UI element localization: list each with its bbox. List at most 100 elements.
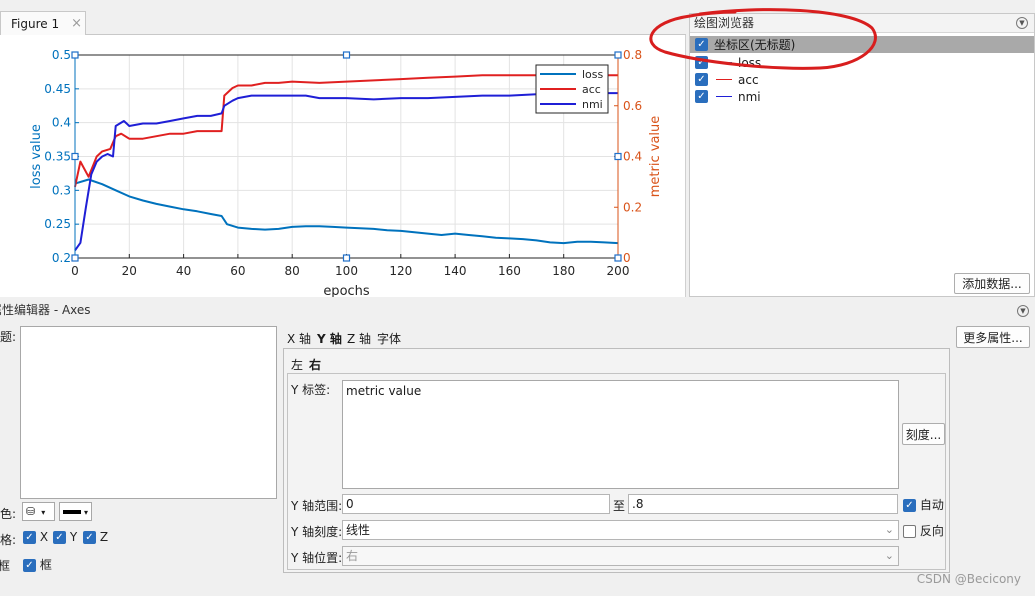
fill-color-picker[interactable]: ⛁ ▾ xyxy=(22,502,55,521)
item-label: loss xyxy=(738,55,762,70)
more-properties-button[interactable]: 更多属性... xyxy=(956,326,1030,348)
selection-handle[interactable] xyxy=(614,152,622,161)
line-style-icon xyxy=(716,96,732,97)
chevron-down-icon[interactable]: ▼ xyxy=(1017,305,1029,317)
selection-handle[interactable] xyxy=(342,254,351,262)
box-checkbox[interactable]: ✓ 框 xyxy=(23,556,52,573)
checkbox-icon[interactable]: ✓ xyxy=(23,559,36,572)
line-color-icon xyxy=(63,509,81,514)
watermark: CSDN @Becicony xyxy=(916,572,1021,586)
tab-font[interactable]: 字体 xyxy=(377,330,401,347)
checkbox-icon[interactable]: ✓ xyxy=(83,531,96,544)
axes-item-label: 坐标区(无标题) xyxy=(714,38,796,52)
figure-1-tab[interactable]: Figure 1 × xyxy=(0,11,86,35)
y-right-tick-label: 0.8 xyxy=(623,48,642,62)
x-tick-label: 140 xyxy=(444,264,467,278)
ylabel-label: Y 标签: xyxy=(291,383,331,397)
property-editor-title: 属性编辑器 - Axes xyxy=(0,303,91,317)
plot-browser-item-loss[interactable]: ✓ loss xyxy=(690,54,761,71)
selection-handle[interactable] xyxy=(71,152,79,161)
grid-x-checkbox[interactable]: ✓ X xyxy=(23,530,48,544)
color-label: 颜色: xyxy=(0,507,17,521)
selection-handle[interactable] xyxy=(342,51,351,59)
figure-tab-label: Figure 1 xyxy=(11,16,60,31)
y-right-tick-label: 0 xyxy=(623,251,631,265)
checkbox-icon[interactable]: ✓ xyxy=(695,73,708,86)
range-min-input[interactable]: 0 xyxy=(342,494,610,514)
chart[interactable]: 0 20 40 60 80 100 120 140 160 180 200 0.2 0.25 0.3 0.3… xyxy=(0,35,686,297)
y-left-tick-label: 0.45 xyxy=(44,82,71,96)
y-right-tick-label: 0.2 xyxy=(623,200,642,214)
checkbox-icon[interactable]: ✓ xyxy=(695,56,708,69)
tab-x-axis[interactable]: X 轴 xyxy=(287,330,311,347)
range-max-input[interactable]: .8 xyxy=(628,494,898,514)
close-icon[interactable]: × xyxy=(71,16,82,31)
scale-label: Y 轴刻度: xyxy=(291,525,343,539)
item-label: nmi xyxy=(738,89,761,104)
tab-left[interactable]: 左 xyxy=(291,356,303,373)
reverse-label: 反向 xyxy=(919,524,944,538)
auto-checkbox[interactable]: ✓ 自动 xyxy=(903,496,944,513)
position-value: 右 xyxy=(346,549,359,563)
checkbox-icon[interactable] xyxy=(903,525,916,538)
checkbox-icon[interactable]: ✓ xyxy=(23,531,36,544)
x-tick-label: 40 xyxy=(176,264,191,278)
grid-y-label: Y xyxy=(69,530,78,544)
legend-label-nmi: nmi xyxy=(582,98,603,111)
title-textarea[interactable] xyxy=(20,326,277,499)
range-label: Y 轴范围: xyxy=(291,499,343,513)
plot-browser-axes-item[interactable]: ✓ 坐标区(无标题) xyxy=(690,36,1034,53)
grid-x-label: X xyxy=(39,530,49,544)
selection-handle[interactable] xyxy=(71,51,79,59)
selection-handle[interactable] xyxy=(71,254,79,262)
checkbox-icon[interactable]: ✓ xyxy=(695,38,708,51)
line-color-picker[interactable]: ▾ xyxy=(59,502,92,521)
x-tick-label: 80 xyxy=(285,264,300,278)
paint-bucket-icon: ⛁ xyxy=(26,505,36,518)
y-left-tick-label: 0.35 xyxy=(44,150,71,164)
x-tick-label: 180 xyxy=(552,264,575,278)
item-label: acc xyxy=(738,72,759,87)
x-tick-label: 100 xyxy=(335,264,358,278)
add-data-button[interactable]: 添加数据... xyxy=(954,273,1030,294)
tab-y-axis[interactable]: Y 轴 xyxy=(317,330,342,347)
position-select[interactable]: 右 ⌄ xyxy=(342,546,899,566)
plot-browser-item-acc[interactable]: ✓ acc xyxy=(690,71,759,88)
position-label: Y 轴位置: xyxy=(291,551,343,565)
selection-handle[interactable] xyxy=(614,51,622,59)
chevron-down-icon: ⌄ xyxy=(884,549,894,562)
legend-label-loss: loss xyxy=(582,68,604,81)
selection-handle[interactable] xyxy=(614,254,622,262)
chevron-down-icon: ⌄ xyxy=(884,523,894,536)
tab-right[interactable]: 右 xyxy=(309,356,321,373)
box-label: 框 xyxy=(39,558,52,572)
plot-browser-header: 绘图浏览器 xyxy=(690,14,1034,33)
grid-y-checkbox[interactable]: ✓ Y xyxy=(53,530,77,544)
checkbox-icon[interactable]: ✓ xyxy=(695,90,708,103)
ylabel-textarea[interactable]: metric value xyxy=(342,380,899,489)
plot-browser-title: 绘图浏览器 xyxy=(694,16,755,30)
checkbox-icon[interactable]: ✓ xyxy=(53,531,66,544)
tab-z-axis[interactable]: Z 轴 xyxy=(347,330,371,347)
chevron-down-icon[interactable]: ▼ xyxy=(1016,17,1028,29)
scale-value: 线性 xyxy=(346,523,371,537)
scale-select[interactable]: 线性 ⌄ xyxy=(342,520,899,540)
grid-z-checkbox[interactable]: ✓ Z xyxy=(83,530,108,544)
x-tick-label: 60 xyxy=(230,264,245,278)
caret-down-icon: ▾ xyxy=(41,508,46,517)
x-tick-label: 120 xyxy=(389,264,412,278)
y-left-tick-label: 0.5 xyxy=(52,48,71,62)
grid-label: 网格: xyxy=(0,533,17,547)
x-tick-label: 0 xyxy=(71,264,79,278)
property-editor-header: 属性编辑器 - Axes xyxy=(0,301,1035,319)
tab-strip xyxy=(86,11,686,35)
checkbox-icon[interactable]: ✓ xyxy=(903,499,916,512)
auto-label: 自动 xyxy=(919,498,944,512)
y-left-tick-label: 0.25 xyxy=(44,217,71,231)
figure-canvas[interactable]: 0 20 40 60 80 100 120 140 160 180 200 0.2 0.25 0.3 0.3… xyxy=(0,35,686,297)
reverse-checkbox[interactable]: 反向 xyxy=(903,522,944,539)
x-tick-label: 20 xyxy=(122,264,137,278)
plot-browser-item-nmi[interactable]: ✓ nmi xyxy=(690,88,761,105)
ticks-button[interactable]: 刻度... xyxy=(902,423,945,445)
plot-browser-panel: 绘图浏览器 ▼ ✓ 坐标区(无标题) ✓ loss ✓ acc ✓ nmi 添加… xyxy=(689,13,1035,297)
